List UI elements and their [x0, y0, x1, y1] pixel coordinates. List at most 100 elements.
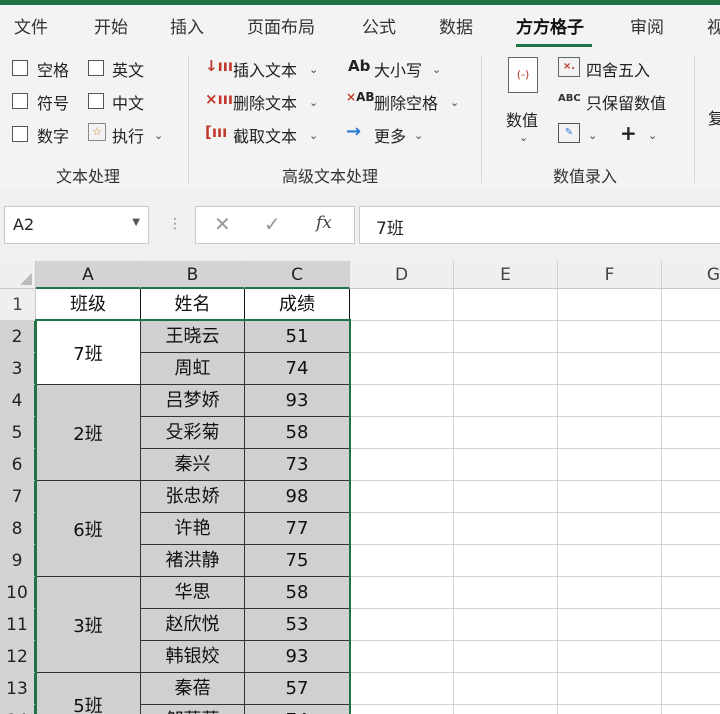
- empty-cell[interactable]: [454, 673, 558, 705]
- class-merged-cell[interactable]: 6班: [36, 481, 141, 577]
- tab-data[interactable]: 数据: [439, 13, 473, 38]
- class-merged-cell[interactable]: 3班: [36, 577, 141, 673]
- empty-cell[interactable]: [454, 641, 558, 673]
- empty-cell[interactable]: [662, 705, 720, 714]
- row-header-5[interactable]: 5: [0, 417, 36, 449]
- column-header-g[interactable]: G: [662, 261, 720, 289]
- empty-cell[interactable]: [558, 641, 662, 673]
- empty-cell[interactable]: [558, 385, 662, 417]
- empty-cell[interactable]: [558, 321, 662, 353]
- empty-cell[interactable]: [350, 705, 454, 714]
- empty-cell[interactable]: [350, 577, 454, 609]
- empty-cell[interactable]: [558, 609, 662, 641]
- class-merged-cell[interactable]: 5班: [36, 673, 141, 714]
- name-box[interactable]: A2 ▼: [4, 206, 149, 244]
- empty-cell[interactable]: [454, 705, 558, 714]
- empty-cell[interactable]: [454, 385, 558, 417]
- delete-space-button[interactable]: ×AB 删除空格 ⌄: [346, 88, 466, 114]
- tab-insert[interactable]: 插入: [170, 13, 204, 38]
- score-cell[interactable]: 58: [245, 577, 350, 609]
- empty-cell[interactable]: [454, 577, 558, 609]
- row-header-3[interactable]: 3: [0, 353, 36, 385]
- numeric-value-button[interactable]: (-) 数值 ⌄: [500, 55, 550, 147]
- table-header-cell[interactable]: 成绩: [245, 289, 350, 321]
- class-merged-cell[interactable]: 2班: [36, 385, 141, 481]
- tab-review[interactable]: 审阅: [630, 13, 664, 38]
- row-header-13[interactable]: 13: [0, 673, 36, 705]
- checkbox-symbol[interactable]: [12, 93, 28, 109]
- empty-cell[interactable]: [558, 513, 662, 545]
- empty-cell[interactable]: [454, 481, 558, 513]
- row-header-10[interactable]: 10: [0, 577, 36, 609]
- dropdown-arrow-icon[interactable]: ▼: [132, 217, 140, 228]
- name-cell[interactable]: 赵欣悦: [141, 609, 245, 641]
- select-all-corner[interactable]: [0, 261, 36, 289]
- empty-cell[interactable]: [350, 449, 454, 481]
- row-header-12[interactable]: 12: [0, 641, 36, 673]
- name-cell[interactable]: 吕梦娇: [141, 385, 245, 417]
- column-header-f[interactable]: F: [558, 261, 662, 289]
- name-cell[interactable]: 韩银姣: [141, 641, 245, 673]
- empty-cell[interactable]: [662, 673, 720, 705]
- empty-cell[interactable]: [350, 513, 454, 545]
- empty-cell[interactable]: [662, 353, 720, 385]
- empty-cell[interactable]: [558, 577, 662, 609]
- checkbox-number[interactable]: [12, 126, 28, 142]
- column-header-c[interactable]: C: [245, 261, 350, 289]
- insert-text-button[interactable]: ↓ııı 插入文本 ⌄: [203, 55, 323, 81]
- tab-formulas[interactable]: 公式: [362, 13, 396, 38]
- name-cell[interactable]: 邹蕾蕾: [141, 705, 245, 714]
- score-cell[interactable]: 77: [245, 513, 350, 545]
- empty-cell[interactable]: [558, 449, 662, 481]
- tab-home[interactable]: 开始: [94, 13, 128, 38]
- empty-cell[interactable]: [662, 321, 720, 353]
- empty-cell[interactable]: [662, 417, 720, 449]
- empty-cell[interactable]: [558, 481, 662, 513]
- row-header-14[interactable]: 14: [0, 705, 36, 714]
- row-header-6[interactable]: 6: [0, 449, 36, 481]
- tab-fangfang[interactable]: 方方格子: [516, 13, 584, 38]
- checkbox-chinese[interactable]: [88, 93, 104, 109]
- name-cell[interactable]: 殳彩菊: [141, 417, 245, 449]
- table-edit-button[interactable]: ✎ ⌄: [558, 121, 604, 147]
- empty-cell[interactable]: [454, 513, 558, 545]
- empty-cell[interactable]: [662, 481, 720, 513]
- empty-cell[interactable]: [350, 673, 454, 705]
- empty-cell[interactable]: [350, 321, 454, 353]
- empty-cell[interactable]: [662, 609, 720, 641]
- more-options-icon[interactable]: ⋮: [168, 216, 182, 232]
- empty-cell[interactable]: [454, 545, 558, 577]
- score-cell[interactable]: 93: [245, 385, 350, 417]
- column-header-d[interactable]: D: [350, 261, 454, 289]
- ribbon-partial-item[interactable]: 复: [708, 105, 720, 129]
- score-cell[interactable]: 74: [245, 353, 350, 385]
- tab-file[interactable]: 文件: [14, 13, 48, 38]
- column-header-a[interactable]: A: [36, 261, 141, 289]
- empty-cell[interactable]: [558, 289, 662, 321]
- extract-text-button[interactable]: [ııı 截取文本 ⌄: [203, 121, 323, 147]
- empty-cell[interactable]: [558, 353, 662, 385]
- score-cell[interactable]: 98: [245, 481, 350, 513]
- empty-cell[interactable]: [454, 449, 558, 481]
- name-cell[interactable]: 秦蓓: [141, 673, 245, 705]
- table-header-cell[interactable]: 班级: [36, 289, 141, 321]
- empty-cell[interactable]: [350, 545, 454, 577]
- score-cell[interactable]: 57: [245, 673, 350, 705]
- empty-cell[interactable]: [350, 481, 454, 513]
- checkbox-english[interactable]: [88, 60, 104, 76]
- row-header-11[interactable]: 11: [0, 609, 36, 641]
- cancel-icon[interactable]: ✕: [214, 212, 231, 236]
- row-header-7[interactable]: 7: [0, 481, 36, 513]
- table-header-cell[interactable]: 姓名: [141, 289, 245, 321]
- name-cell[interactable]: 华思: [141, 577, 245, 609]
- empty-cell[interactable]: [350, 289, 454, 321]
- empty-cell[interactable]: [454, 609, 558, 641]
- checkbox-space[interactable]: [12, 60, 28, 76]
- row-header-1[interactable]: 1: [0, 289, 36, 321]
- name-cell[interactable]: 周虹: [141, 353, 245, 385]
- keep-values-button[interactable]: ABC 只保留数值: [558, 88, 688, 114]
- empty-cell[interactable]: [662, 385, 720, 417]
- empty-cell[interactable]: [558, 417, 662, 449]
- execute-button[interactable]: ☆ 执行 ⌄: [86, 121, 166, 147]
- tab-page-layout[interactable]: 页面布局: [247, 13, 315, 38]
